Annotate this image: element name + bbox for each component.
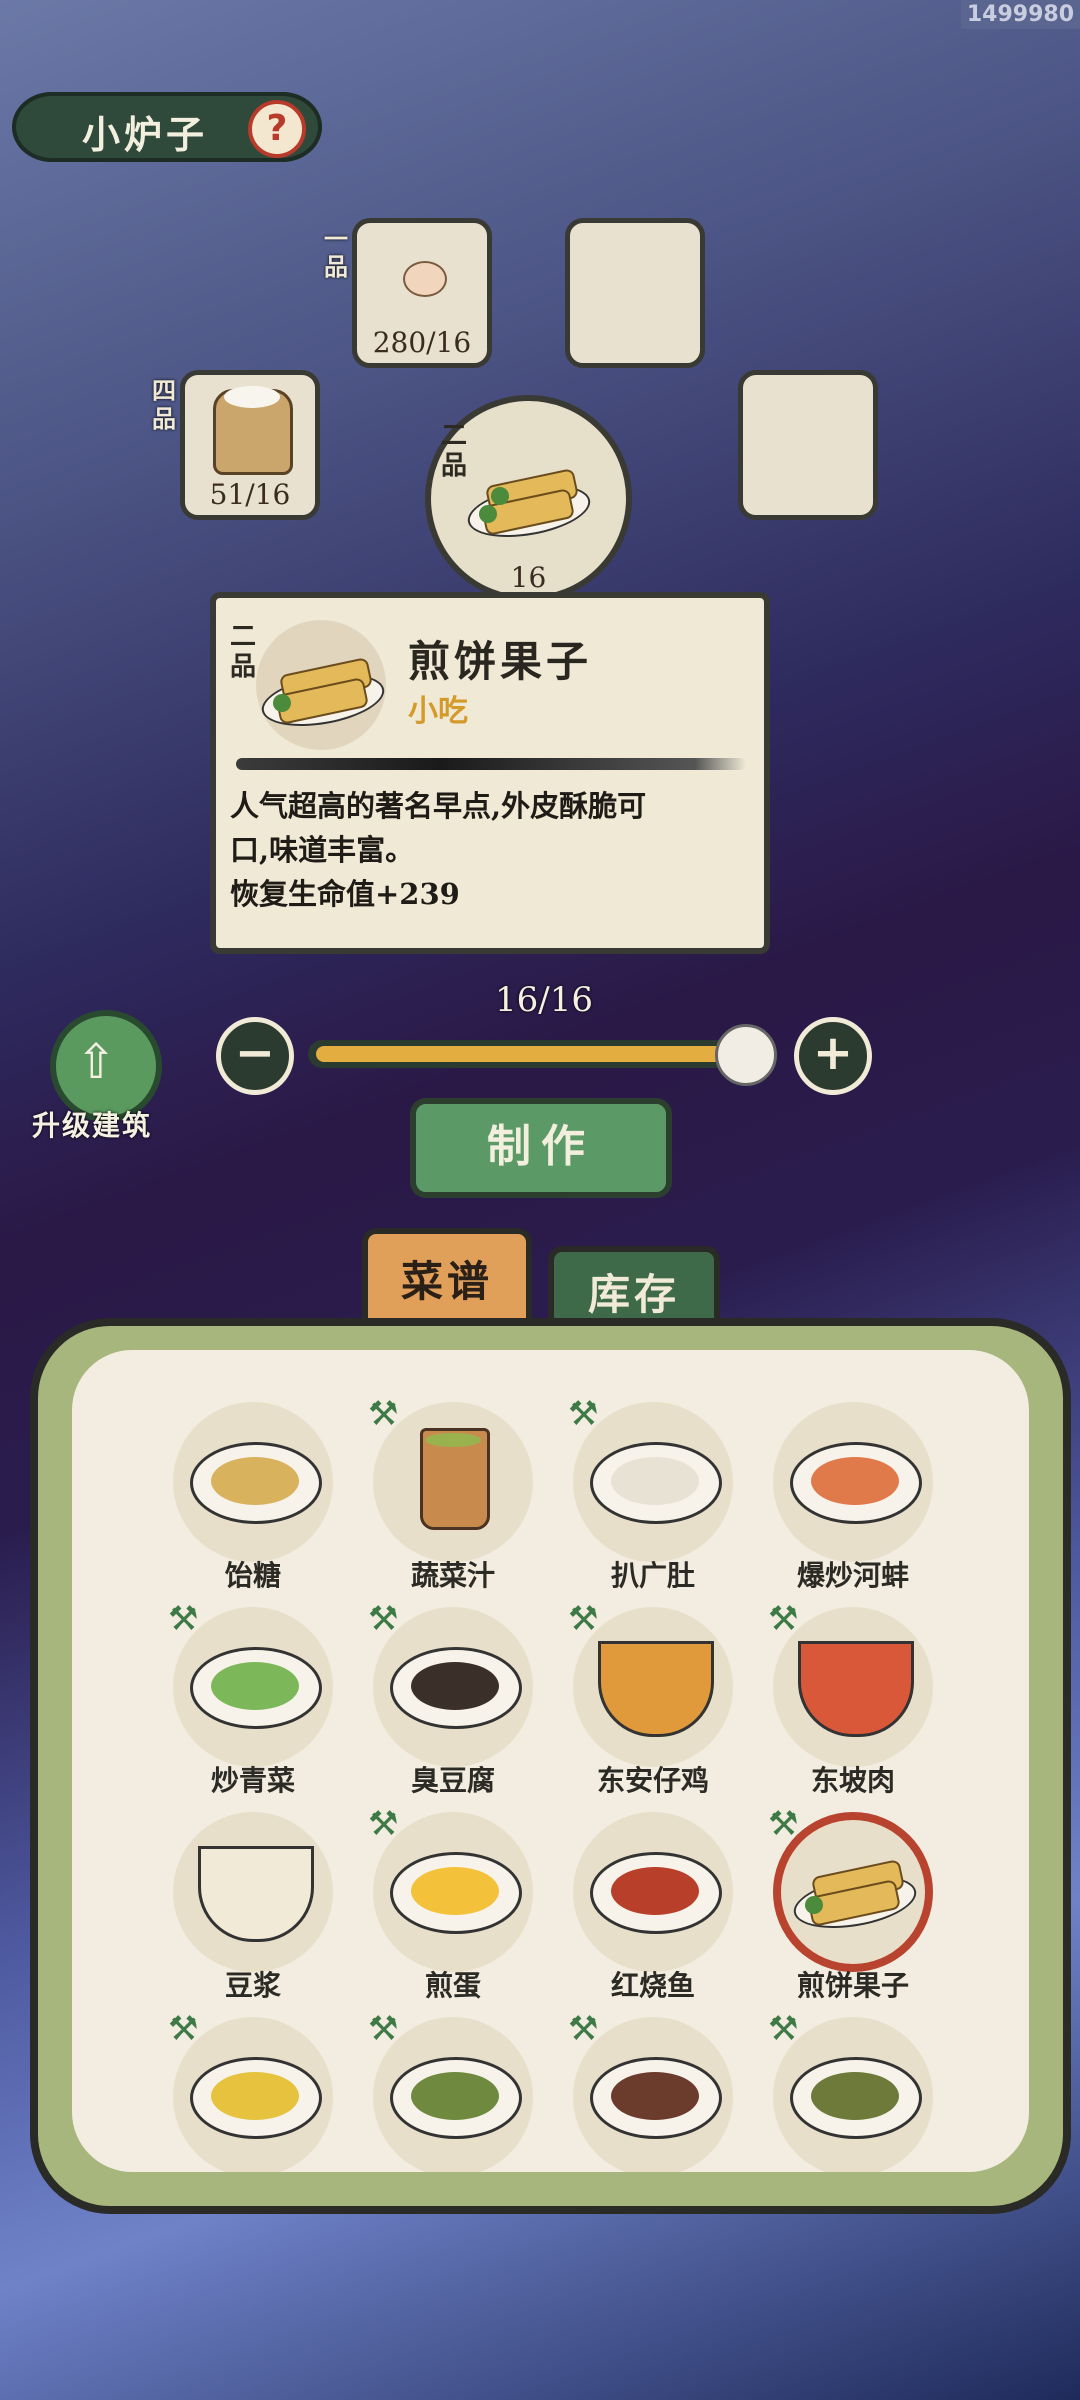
product-grade: 二品 bbox=[440, 421, 467, 481]
flour-sack-icon bbox=[213, 386, 293, 475]
recipe-item[interactable]: ⚒ 煎饼果子 bbox=[768, 1804, 938, 2002]
hammer-icon: ⚒ bbox=[768, 1804, 799, 1844]
recipe-item-label: 蔬菜汁 bbox=[410, 1559, 495, 1592]
juice-cup-icon bbox=[420, 1428, 490, 1530]
recipe-panel: 饴糖 ⚒ 蔬菜汁 ⚒ 扒广肚 爆炒河蚌 ⚒ 炒青菜 ⚒ 臭豆腐 ⚒ 东安仔鸡 ⚒ 东坡肉豆浆 ⚒ 煎蛋 红烧鱼 ⚒… bbox=[30, 1318, 1071, 2214]
uid-label: 1499980 bbox=[960, 0, 1080, 29]
recipe-item[interactable]: ⚒ 东安仔鸡 bbox=[568, 1599, 738, 1797]
recipe-item[interactable]: 饴糖 bbox=[168, 1402, 338, 1592]
food-dish-icon bbox=[590, 1442, 722, 1524]
building-upgrade-icon: ⇧ bbox=[76, 1034, 117, 1090]
hammer-icon: ⚒ bbox=[168, 1599, 199, 1639]
recipe-item[interactable]: ⚒ 炒青菜 bbox=[168, 1599, 338, 1797]
hammer-icon: ⚒ bbox=[368, 1804, 399, 1844]
recipe-item[interactable]: ⚒ bbox=[168, 2009, 338, 2172]
quantity-slider[interactable] bbox=[308, 1040, 773, 1068]
upgrade-building-label: 升级建筑 bbox=[32, 1109, 153, 1142]
ingredient-slot-4[interactable] bbox=[738, 370, 878, 520]
recipe-item-label: 煎蛋 bbox=[424, 1969, 481, 2002]
recipe-item-label: 臭豆腐 bbox=[410, 1764, 495, 1797]
jianbing-icon bbox=[463, 457, 595, 546]
ingredient-slot-1[interactable]: 一品 280/16 bbox=[324, 218, 492, 368]
recipe-item-label: 饴糖 bbox=[224, 1559, 281, 1592]
recipe-info-card: 二品 煎饼果子 小吃 人气超高的著名早点,外皮酥脆可 口,味道丰富。 恢复生命值… bbox=[210, 592, 770, 954]
slot-grade: 四品 bbox=[152, 376, 176, 433]
card-food-image bbox=[256, 620, 389, 750]
slot-grade: 一品 bbox=[324, 224, 348, 281]
recipe-item-label: 东坡肉 bbox=[810, 1764, 895, 1797]
slot-count: 51/16 bbox=[209, 478, 291, 511]
card-grade: 二品 bbox=[230, 622, 257, 682]
hammer-icon: ⚒ bbox=[568, 2009, 599, 2049]
slider-fill bbox=[316, 1046, 765, 1062]
ingredient-slot-3[interactable]: 四品 51/16 bbox=[152, 370, 320, 520]
plus-button[interactable]: + bbox=[794, 1017, 872, 1095]
page-title: 小炉子 bbox=[82, 112, 209, 157]
recipe-item[interactable]: 红烧鱼 bbox=[568, 1812, 738, 2002]
recipe-item-label: 红烧鱼 bbox=[610, 1969, 695, 2002]
recipe-item[interactable]: ⚒ 煎蛋 bbox=[368, 1804, 538, 2002]
food-category: 小吃 bbox=[408, 694, 468, 729]
hammer-icon: ⚒ bbox=[768, 1599, 799, 1639]
brush-divider bbox=[236, 758, 746, 770]
slider-thumb[interactable] bbox=[715, 1024, 777, 1086]
food-dish-icon bbox=[590, 2057, 722, 2139]
jianbing-icon bbox=[789, 1848, 921, 1937]
food-effect: 恢复生命值+239 bbox=[230, 877, 460, 911]
recipe-item[interactable]: ⚒ bbox=[368, 2009, 538, 2172]
food-dish-icon bbox=[390, 2057, 522, 2139]
product-count: 16 bbox=[510, 561, 547, 594]
hammer-icon: ⚒ bbox=[168, 2009, 199, 2049]
desc-line-2: 口,味道丰富。 bbox=[230, 833, 415, 867]
food-dish-icon bbox=[590, 1852, 722, 1934]
hammer-icon: ⚒ bbox=[768, 2009, 799, 2049]
recipe-item[interactable]: ⚒ 臭豆腐 bbox=[368, 1599, 538, 1797]
recipe-item-label: 豆浆 bbox=[224, 1969, 281, 2002]
recipe-item[interactable]: 爆炒河蚌 bbox=[768, 1402, 938, 1592]
food-dish-icon bbox=[790, 1442, 922, 1524]
hammer-icon: ⚒ bbox=[368, 2009, 399, 2049]
food-dish-icon bbox=[190, 1647, 322, 1729]
food-dish-icon bbox=[390, 1852, 522, 1934]
desc-line-1: 人气超高的著名早点,外皮酥脆可 bbox=[230, 789, 647, 823]
food-dish-icon bbox=[790, 2057, 922, 2139]
recipe-item[interactable]: ⚒ bbox=[768, 2009, 938, 2172]
food-dish-icon bbox=[390, 1647, 522, 1729]
make-button[interactable]: 制作 bbox=[410, 1098, 672, 1198]
hammer-icon: ⚒ bbox=[368, 1599, 399, 1639]
hammer-icon: ⚒ bbox=[368, 1394, 399, 1434]
recipe-item[interactable]: 豆浆 bbox=[168, 1812, 338, 2002]
food-dish-icon bbox=[190, 1442, 322, 1524]
food-dish-icon bbox=[190, 2057, 322, 2139]
recipe-item-label: 煎饼果子 bbox=[796, 1969, 909, 2002]
recipe-panel-inner: 饴糖 ⚒ 蔬菜汁 ⚒ 扒广肚 爆炒河蚌 ⚒ 炒青菜 ⚒ 臭豆腐 ⚒ 东安仔鸡 ⚒ 东坡肉豆浆 ⚒ 煎蛋 红烧鱼 ⚒… bbox=[72, 1350, 1029, 2172]
ingredient-slot-2[interactable] bbox=[565, 218, 705, 368]
hammer-icon: ⚒ bbox=[568, 1394, 599, 1434]
recipe-item[interactable]: ⚒ 东坡肉 bbox=[768, 1599, 938, 1797]
hammer-icon: ⚒ bbox=[568, 1599, 599, 1639]
egg-icon bbox=[403, 261, 447, 297]
recipe-item[interactable]: ⚒ 蔬菜汁 bbox=[368, 1394, 538, 1592]
jianbing-icon bbox=[257, 646, 389, 735]
recipe-item-label: 东安仔鸡 bbox=[596, 1764, 709, 1797]
food-description: 人气超高的著名早点,外皮酥脆可 口,味道丰富。 恢复生命值+239 bbox=[230, 784, 750, 916]
food-name: 煎饼果子 bbox=[408, 637, 593, 686]
product-slot[interactable]: 二品 16 bbox=[425, 395, 632, 602]
help-icon[interactable]: ? bbox=[248, 100, 306, 158]
recipe-item-label: 爆炒河蚌 bbox=[796, 1559, 909, 1592]
minus-button[interactable]: − bbox=[216, 1017, 294, 1095]
recipe-item-label: 扒广肚 bbox=[610, 1559, 695, 1592]
recipe-item[interactable]: ⚒ 扒广肚 bbox=[568, 1394, 738, 1592]
slot-count: 280/16 bbox=[372, 326, 472, 359]
recipe-item-label: 炒青菜 bbox=[210, 1764, 295, 1797]
quantity-label: 16/16 bbox=[495, 980, 593, 1020]
recipe-item[interactable]: ⚒ bbox=[568, 2009, 738, 2172]
